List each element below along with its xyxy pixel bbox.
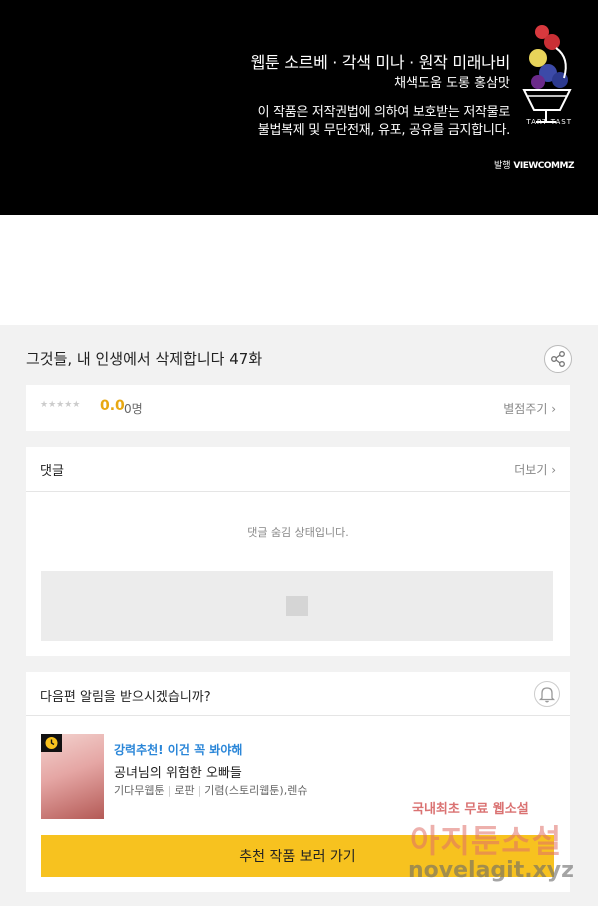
watermark-line-2: 아지툰소설 <box>410 822 563 860</box>
credit-line-2: 채색도움 도롱 홍삼맛 <box>394 76 510 91</box>
clock-icon <box>45 737 58 749</box>
image-placeholder-icon <box>286 596 308 616</box>
divider <box>26 715 570 716</box>
rating-count: 0명 <box>124 402 143 416</box>
publisher-name: VIEWCOMMZ <box>513 161 574 171</box>
comments-label: 댓글 <box>40 464 64 479</box>
episode-title-row: 그것들, 내 인생에서 삭제합니다 47화 <box>26 345 572 373</box>
notify-bell-button[interactable] <box>534 681 560 707</box>
credits: 웹툰 소르베 · 각색 미나 · 원작 미래나비 채색도움 도롱 홍삼맛 이 작… <box>250 52 511 140</box>
watermark-line-3: novelagit.xyz <box>408 858 574 883</box>
comments-more-link[interactable]: 더보기 › <box>514 461 556 478</box>
rate-button[interactable]: 별점주기 › <box>503 400 556 417</box>
meta-authors: 기렴(스토리웹툰),렌슈 <box>204 784 308 797</box>
site-watermark: 국내최초 무료 웹소설 아지툰소설 novelagit.xyz <box>408 798 588 893</box>
comments-header: 댓글 더보기 › <box>26 447 570 492</box>
recommended-work-thumbnail[interactable] <box>41 734 104 819</box>
meta-type: 기다무웹툰 <box>114 784 165 797</box>
notify-question: 다음편 알림을 받으시겠습니까? <box>40 690 211 705</box>
comments-card: 댓글 더보기 › 댓글 숨김 상태입니다. <box>26 447 570 656</box>
rating-stars[interactable]: ★★★★★ <box>40 400 80 410</box>
notice-line-1: 이 작품은 저작권법에 의하여 보호받는 저작물로 <box>257 105 511 120</box>
logo-text: TART TAST <box>526 118 572 126</box>
share-button[interactable] <box>544 345 572 373</box>
publisher: 발행 VIEWCOMMZ <box>493 158 575 171</box>
share-icon <box>551 351 565 367</box>
publisher-label: 발행 <box>493 161 511 171</box>
episode-end-banner: 웹툰 소르베 · 각색 미나 · 원작 미래나비 채색도움 도롱 홍삼맛 이 작… <box>0 0 598 215</box>
meta-genre: 로판 <box>174 784 195 797</box>
blank-panel <box>0 215 598 325</box>
bell-icon <box>538 687 556 703</box>
ad-placeholder <box>41 571 553 641</box>
recommended-work-title[interactable]: 공녀님의 위험한 오빠들 <box>114 762 242 781</box>
rating-card: ★★★★★ 0.0 0명 별점주기 › <box>26 385 570 431</box>
copyright-notice: 이 작품은 저작권법에 의하여 보호받는 저작물로 불법복제 및 무단전재, 유… <box>251 104 511 140</box>
comments-hidden-message: 댓글 숨김 상태입니다. <box>247 526 349 539</box>
recommendation-label: 강력추천! 이건 꼭 봐야해 <box>114 743 243 757</box>
recommended-work-meta: 기다무웹툰 | 로판 | 기렴(스토리웹툰),렌슈 <box>114 784 308 797</box>
watermark-line-1: 국내최초 무료 웹소설 <box>412 802 529 817</box>
episode-title: 그것들, 내 인생에서 삭제합니다 47화 <box>26 350 263 368</box>
wait-free-badge <box>41 734 62 752</box>
notice-line-2: 불법복제 및 무단전재, 유포, 공유를 금지합니다. <box>257 123 511 138</box>
credit-line-1: 웹툰 소르베 · 각색 미나 · 원작 미래나비 <box>250 53 511 72</box>
rating-score: 0.0 <box>100 398 125 414</box>
